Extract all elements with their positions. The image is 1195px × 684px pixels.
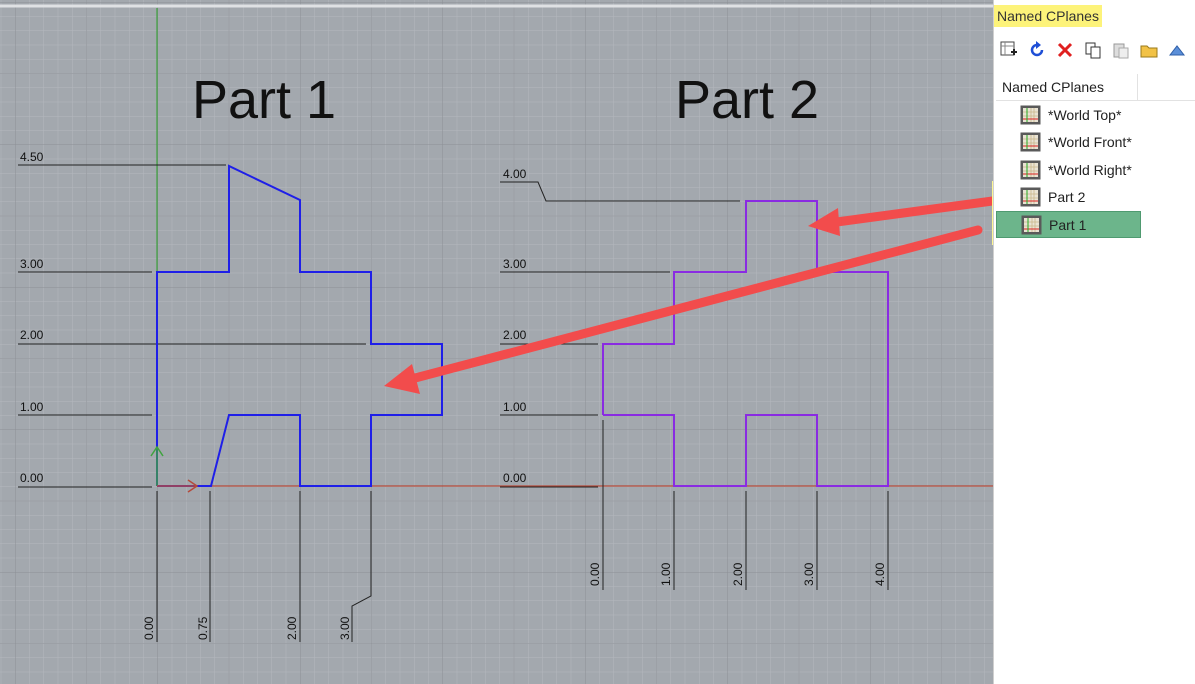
list-column-header: Named CPlanes [996,74,1195,101]
open-folder-button[interactable] [1138,39,1160,61]
part2-title: Part 2 [675,70,819,130]
paste-button[interactable] [1110,39,1132,61]
part1-dim-label: 3.00 [20,257,44,271]
part1-dim-label: 2.00 [20,328,44,342]
cplane-grid-icon [1020,132,1041,152]
part1-dim-label: 0.75 [196,616,210,640]
part1-dim-label: 2.00 [285,616,299,640]
part2-dim-label: 2.00 [731,562,745,586]
list-item-world-front[interactable]: *World Front* [996,129,1141,156]
part2-dim-label: 0.00 [588,562,602,586]
major-grid [0,0,993,684]
panel-toolbar [998,38,1188,62]
part1-title: Part 1 [192,70,336,130]
part2-dim-label: 0.00 [503,471,527,485]
open-folder-icon [1140,45,1158,58]
list-item-part-1[interactable]: Part 1 [996,211,1141,238]
cplane-grid-icon [1020,105,1041,125]
cplane-grid-icon [1021,215,1042,235]
cplane-grid-icon [1020,187,1041,207]
delete-icon [1057,42,1073,58]
list-item-label: *World Front* [1048,134,1132,150]
part2-dim-label: 1.00 [659,562,673,586]
named-cplanes-panel: Named CPlanes Named CPlanes *World Top* … [993,0,1195,684]
delete-button[interactable] [1054,39,1076,61]
part2-dim-label: 2.00 [503,328,527,342]
part1-dim-label: 3.00 [338,616,352,640]
list-item-world-top[interactable]: *World Top* [996,102,1141,129]
copy-button[interactable] [1082,39,1104,61]
part1-dim-label: 0.00 [20,471,44,485]
move-up-icon [1168,45,1186,56]
part2-dim-label: 3.00 [503,257,527,271]
paste-icon [1113,43,1129,59]
new-cplane-button[interactable] [998,39,1020,61]
new-cplane-icon [1000,41,1017,56]
restore-button[interactable] [1026,39,1048,61]
restore-icon [1030,41,1044,57]
panel-title: Named CPlanes [994,5,1102,27]
part2-dim-label: 4.00 [503,167,527,181]
copy-icon [1085,42,1101,59]
part1-dim-label: 1.00 [20,400,44,414]
part2-dim-label: 3.00 [802,562,816,586]
part2-dim-label: 4.00 [873,562,887,586]
cplane-grid-icon [1020,160,1041,180]
part1-dim-label: 4.50 [20,150,44,164]
list-item-world-right[interactable]: *World Right* [996,157,1141,184]
column-header-name[interactable]: Named CPlanes [996,74,1138,100]
rhino-viewport[interactable]: Part 1 Part 2 4.50 3.00 2.00 1.00 0.00 0… [0,0,993,684]
list-item-label: Part 2 [1048,189,1086,205]
list-item-part-2[interactable]: Part 2 [996,184,1141,211]
list-item-label: *World Right* [1048,162,1132,178]
list-item-label: Part 1 [1049,217,1087,233]
part1-dim-label: 0.00 [142,616,156,640]
move-up-button[interactable] [1166,39,1188,61]
list-item-label: *World Top* [1048,107,1122,123]
part2-dim-label: 1.00 [503,400,527,414]
